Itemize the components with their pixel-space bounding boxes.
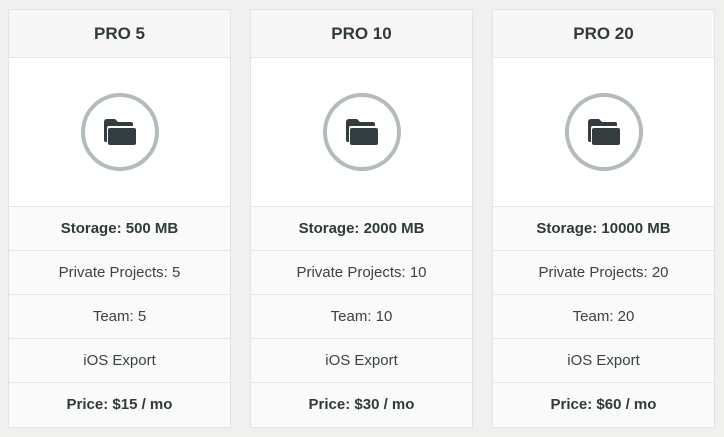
team-row: Team: 20 — [493, 295, 714, 339]
export-row: iOS Export — [251, 339, 472, 383]
projects-row: Private Projects: 20 — [493, 251, 714, 295]
icon-ring — [322, 93, 401, 171]
pricing-plans: PRO 5 Storage: 500 MB Private Projects: … — [0, 0, 724, 437]
price-row: Price: $15 / mo — [9, 383, 230, 426]
export-row: iOS Export — [493, 339, 714, 383]
storage-row: Storage: 2000 MB — [251, 207, 472, 251]
folder-icon — [103, 119, 136, 145]
plan-title: PRO 20 — [493, 10, 714, 58]
team-row: Team: 10 — [251, 295, 472, 339]
storage-row: Storage: 500 MB — [9, 207, 230, 251]
plan-card-pro-10[interactable]: PRO 10 Storage: 2000 MB Private Projects… — [251, 10, 472, 427]
plan-card-pro-5[interactable]: PRO 5 Storage: 500 MB Private Projects: … — [9, 10, 230, 427]
folder-icon — [587, 119, 620, 145]
folder-icon — [345, 119, 378, 145]
icon-ring — [564, 93, 643, 171]
price-row: Price: $30 / mo — [251, 383, 472, 426]
plan-icon-area — [9, 58, 230, 207]
projects-row: Private Projects: 10 — [251, 251, 472, 295]
storage-row: Storage: 10000 MB — [493, 207, 714, 251]
plan-title: PRO 5 — [9, 10, 230, 58]
plan-icon-area — [493, 58, 714, 207]
price-row: Price: $60 / mo — [493, 383, 714, 426]
plan-title: PRO 10 — [251, 10, 472, 58]
export-row: iOS Export — [9, 339, 230, 383]
projects-row: Private Projects: 5 — [9, 251, 230, 295]
plan-card-pro-20[interactable]: PRO 20 Storage: 10000 MB Private Project… — [493, 10, 714, 427]
team-row: Team: 5 — [9, 295, 230, 339]
icon-ring — [80, 93, 159, 171]
plan-icon-area — [251, 58, 472, 207]
